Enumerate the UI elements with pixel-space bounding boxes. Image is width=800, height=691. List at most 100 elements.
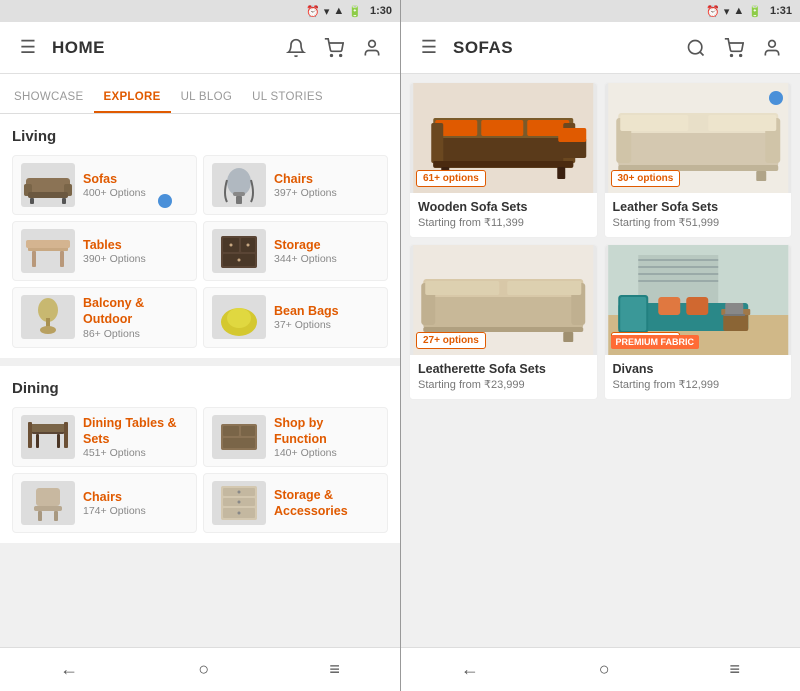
grid-item-balcony[interactable]: Balcony & Outdoor 86+ Options xyxy=(12,287,197,348)
storage-acc-img xyxy=(212,481,266,525)
grid-item-tables[interactable]: Tables 390+ Options xyxy=(12,221,197,281)
tables-img xyxy=(21,229,75,273)
right-top-bar: ☰ SOFAS xyxy=(401,22,800,74)
leather-sofa-price: Starting from ₹51,999 xyxy=(613,216,784,229)
products-content: 61+ options Wooden Sofa Sets Starting fr… xyxy=(401,74,800,647)
page-title: HOME xyxy=(52,38,272,58)
dining-tables-info: Dining Tables & Sets 451+ Options xyxy=(83,415,188,460)
section-dining: Dining Dining xyxy=(0,366,400,544)
grid-item-sofas[interactable]: Sofas 400+ Options xyxy=(12,155,197,215)
balcony-info: Balcony & Outdoor 86+ Options xyxy=(83,295,188,340)
storage-name: Storage xyxy=(274,237,337,253)
left-top-bar: ☰ HOME xyxy=(0,22,400,74)
tables-count: 390+ Options xyxy=(83,253,146,265)
dining-chairs-count: 174+ Options xyxy=(83,505,146,517)
product-leather-sofa[interactable]: 30+ options Leather Sofa Sets Starting f… xyxy=(604,82,793,238)
chairs-info: Chairs 397+ Options xyxy=(274,171,337,199)
right-menu-button[interactable]: ≡ xyxy=(710,653,761,686)
living-grid: Sofas 400+ Options xyxy=(12,155,388,348)
right-wifi-icon: ▾ xyxy=(724,5,730,18)
tab-ulblog[interactable]: UL BLOG xyxy=(171,83,243,113)
right-search-icon[interactable] xyxy=(682,34,710,62)
shop-function-info: Shop by Function 140+ Options xyxy=(274,415,379,460)
right-signal-icon: ▲ xyxy=(733,5,744,17)
dining-chairs-img xyxy=(21,481,75,525)
left-content: Living Sofas xyxy=(0,114,400,647)
leather-sofa-name: Leather Sofa Sets xyxy=(613,200,784,214)
divans-img: 20+ options PREMIUM FABRIC xyxy=(605,245,792,355)
grid-item-storage-acc[interactable]: Storage & Accessories xyxy=(203,473,388,533)
tab-explore[interactable]: EXPLORE xyxy=(94,83,171,113)
grid-item-shop-function[interactable]: Shop by Function 140+ Options xyxy=(203,407,388,468)
menu-icon[interactable]: ☰ xyxy=(14,34,42,62)
storage-count: 344+ Options xyxy=(274,253,337,265)
right-screen: ⏰ ▾ ▲ 🔋 1:31 ☰ SOFAS xyxy=(400,0,800,691)
chairs-count: 397+ Options xyxy=(274,187,337,199)
cart-icon[interactable] xyxy=(320,34,348,62)
divans-info: Divans Starting from ₹12,999 xyxy=(605,355,792,399)
grid-item-storage[interactable]: Storage 344+ Options xyxy=(203,221,388,281)
dining-tables-name: Dining Tables & Sets xyxy=(83,415,188,448)
tab-ulstories[interactable]: UL STORIES xyxy=(242,83,333,113)
dining-chairs-name: Chairs xyxy=(83,489,146,505)
section-dining-title: Dining xyxy=(12,380,388,397)
menu-button[interactable]: ≡ xyxy=(309,653,360,686)
leatherette-sofa-info: Leatherette Sofa Sets Starting from ₹23,… xyxy=(410,355,597,399)
storage-img xyxy=(212,229,266,273)
leatherette-sofa-img: 27+ options xyxy=(410,245,597,355)
balcony-name: Balcony & Outdoor xyxy=(83,295,188,328)
right-home-button[interactable]: ○ xyxy=(579,653,630,686)
storage-acc-name: Storage & Accessories xyxy=(274,487,379,520)
user-icon[interactable] xyxy=(358,34,386,62)
home-button[interactable]: ○ xyxy=(178,653,229,686)
shop-function-img xyxy=(212,415,266,459)
status-time: 1:30 xyxy=(370,5,392,17)
dining-chairs-info: Chairs 174+ Options xyxy=(83,489,146,517)
beanbags-name: Bean Bags xyxy=(274,303,339,319)
tab-showcase[interactable]: SHOWCASE xyxy=(4,83,94,113)
balcony-img xyxy=(21,295,75,339)
leatherette-sofa-price: Starting from ₹23,999 xyxy=(418,378,589,391)
right-user-icon[interactable] xyxy=(758,34,786,62)
leather-sofa-dot xyxy=(769,91,783,105)
product-divans[interactable]: 20+ options PREMIUM FABRIC Divans Starti… xyxy=(604,244,793,400)
shop-function-count: 140+ Options xyxy=(274,447,379,459)
left-bottom-nav: ← ○ ≡ xyxy=(0,647,400,691)
grid-item-beanbags[interactable]: Bean Bags 37+ Options xyxy=(203,287,388,348)
bell-icon[interactable] xyxy=(282,34,310,62)
product-wooden-sofa[interactable]: 61+ options Wooden Sofa Sets Starting fr… xyxy=(409,82,598,238)
beanbags-info: Bean Bags 37+ Options xyxy=(274,303,339,331)
dining-tables-count: 451+ Options xyxy=(83,447,188,459)
grid-item-chairs[interactable]: Chairs 397+ Options xyxy=(203,155,388,215)
right-alarm-icon: ⏰ xyxy=(706,5,720,18)
right-status-bar: ⏰ ▾ ▲ 🔋 1:31 xyxy=(401,0,800,22)
right-status-time: 1:31 xyxy=(770,5,792,17)
sofas-name: Sofas xyxy=(83,171,146,187)
beanbags-img xyxy=(212,295,266,339)
tabs-bar: SHOWCASE EXPLORE UL BLOG UL STORIES xyxy=(0,74,400,114)
products-grid: 61+ options Wooden Sofa Sets Starting fr… xyxy=(401,74,800,408)
tables-name: Tables xyxy=(83,237,146,253)
dining-tables-img xyxy=(21,415,75,459)
chairs-img xyxy=(212,163,266,207)
divans-price: Starting from ₹12,999 xyxy=(613,378,784,391)
alarm-icon: ⏰ xyxy=(306,5,320,18)
wifi-icon: ▾ xyxy=(324,5,330,18)
wooden-sofa-img: 61+ options xyxy=(410,83,597,193)
right-menu-icon[interactable]: ☰ xyxy=(415,34,443,62)
right-back-button[interactable]: ← xyxy=(441,653,499,686)
wooden-sofa-badge: 61+ options xyxy=(416,170,486,187)
balcony-count: 86+ Options xyxy=(83,328,188,340)
leatherette-sofa-name: Leatherette Sofa Sets xyxy=(418,362,589,376)
right-bottom-nav: ← ○ ≡ xyxy=(401,647,800,691)
section-living-title: Living xyxy=(12,128,388,145)
wooden-sofa-info: Wooden Sofa Sets Starting from ₹11,399 xyxy=(410,193,597,237)
product-leatherette-sofa[interactable]: 27+ options Leatherette Sofa Sets Starti… xyxy=(409,244,598,400)
wooden-sofa-name: Wooden Sofa Sets xyxy=(418,200,589,214)
sofas-count: 400+ Options xyxy=(83,187,146,199)
left-screen: ⏰ ▾ ▲ 🔋 1:30 ☰ HOME SHOWC xyxy=(0,0,400,691)
grid-item-dining-chairs[interactable]: Chairs 174+ Options xyxy=(12,473,197,533)
grid-item-dining-tables[interactable]: Dining Tables & Sets 451+ Options xyxy=(12,407,197,468)
right-cart-icon[interactable] xyxy=(720,34,748,62)
back-button[interactable]: ← xyxy=(40,653,98,686)
